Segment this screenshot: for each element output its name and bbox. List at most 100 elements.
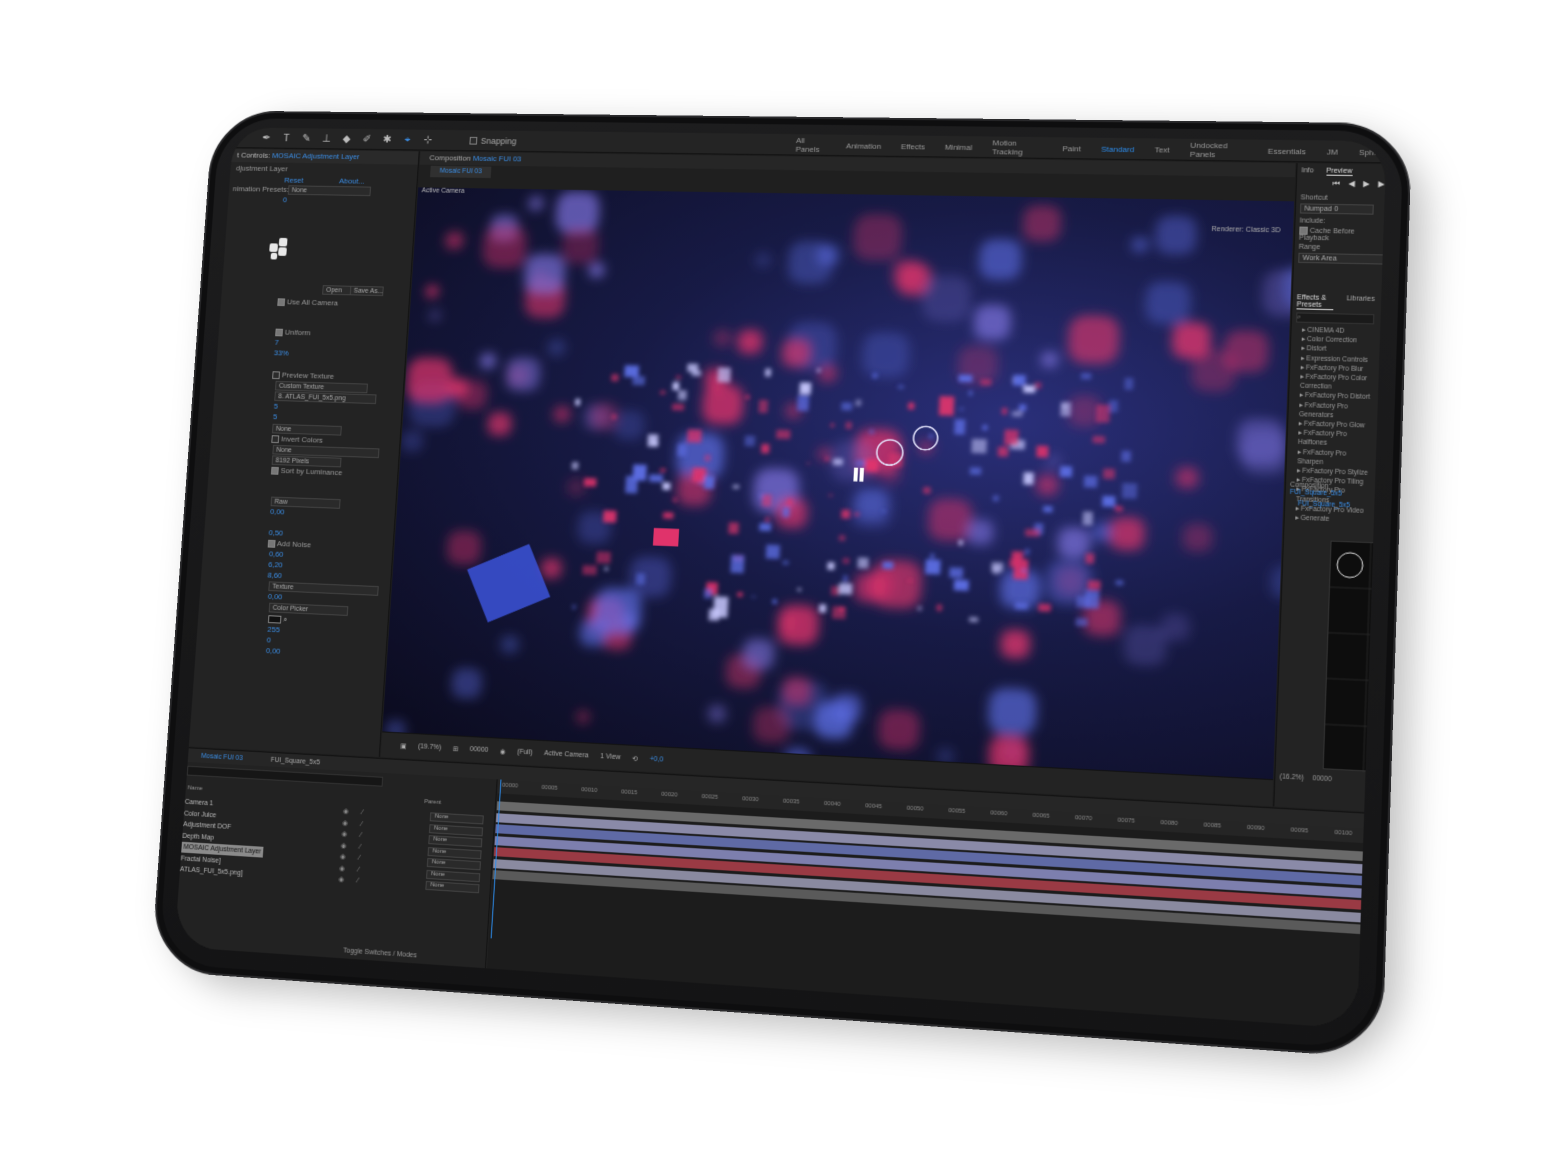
effects-category-item[interactable]: ▸ FxFactory Pro Sharpen — [1291, 447, 1370, 468]
shortcut-dropdown[interactable]: Numpad 0 — [1299, 203, 1374, 215]
noise-type-dropdown[interactable]: Texture — [268, 581, 379, 596]
tab-preview[interactable]: Preview — [1326, 167, 1353, 177]
toggle-switches-modes[interactable]: Toggle Switches / Modes — [343, 947, 417, 959]
about-link[interactable]: About... — [339, 177, 365, 186]
quality-switch-icon[interactable]: ⁄ — [360, 830, 362, 841]
workspace-tab[interactable]: Undocked Panels — [1190, 141, 1248, 160]
param-value[interactable]: 5 — [274, 402, 279, 411]
use-all-camera-checkbox[interactable] — [277, 298, 286, 306]
sort-luminance-checkbox[interactable] — [270, 466, 279, 475]
save-as-button[interactable]: Save As... — [349, 285, 384, 297]
local-axis-icon[interactable]: ⌖ — [401, 133, 415, 146]
exposure-value[interactable]: +0,0 — [649, 756, 663, 764]
prev-frame-icon[interactable]: ◀ — [1348, 179, 1355, 189]
eyedropper-icon[interactable]: ⌕ — [283, 615, 288, 624]
param-value[interactable]: 0,50 — [268, 528, 283, 537]
camera-dropdown[interactable]: Active Camera — [544, 750, 589, 759]
param-value[interactable]: 0,00 — [266, 646, 281, 655]
tab-effects-presets[interactable]: Effects & Presets — [1296, 294, 1334, 311]
reset-link[interactable]: Reset — [284, 176, 304, 185]
presets-dropdown[interactable]: None — [287, 185, 372, 197]
uniform-checkbox[interactable] — [275, 328, 284, 337]
tab-info[interactable]: Info — [1301, 167, 1313, 175]
param-value[interactable]: 0 — [283, 196, 288, 205]
mini-comp-name[interactable]: FUI_Square_5x5 — [1290, 489, 1342, 498]
param-value[interactable]: 255 — [267, 625, 280, 634]
visibility-eye-icon[interactable]: ◉ — [341, 829, 347, 840]
workspace-tab[interactable]: Minimal — [945, 142, 973, 151]
visibility-eye-icon[interactable]: ◉ — [342, 818, 348, 829]
effects-category-item[interactable]: ▸ FxFactory Pro Generators — [1293, 400, 1372, 421]
next-frame-icon[interactable]: ▶| — [1378, 179, 1386, 189]
snapshot-icon[interactable]: ◉ — [500, 747, 506, 755]
eraser-tool-icon[interactable]: ◆ — [340, 132, 354, 145]
workspace-tab[interactable]: Paint — [1062, 144, 1081, 153]
param-value[interactable]: 0,00 — [270, 507, 285, 516]
param-value[interactable]: 5 — [273, 412, 278, 421]
zoom-dropdown[interactable]: (19.7%) — [418, 743, 442, 751]
effects-search-input[interactable]: ⌕ — [1296, 312, 1375, 325]
effects-category-item[interactable]: ▸ FxFactory Pro Halftones — [1292, 429, 1371, 450]
add-noise-checkbox[interactable] — [267, 539, 276, 548]
param-value[interactable]: 0,60 — [269, 549, 284, 558]
param-value[interactable]: 8,60 — [267, 571, 282, 580]
workspace-tab[interactable]: All Panels — [795, 136, 827, 154]
pen-tool-icon[interactable]: ✒ — [260, 131, 274, 144]
render-icon[interactable]: ⟲ — [632, 754, 638, 762]
effects-category-item[interactable]: ▸ FxFactory Pro Color Correction — [1294, 372, 1373, 393]
quality-switch-icon[interactable]: ⁄ — [357, 876, 359, 887]
workspace-tab[interactable]: Animation — [846, 141, 881, 150]
world-axis-icon[interactable]: ⊹ — [421, 133, 435, 146]
composition-name[interactable]: Mosaic FUI 03 — [473, 154, 522, 163]
quality-switch-icon[interactable]: ⁄ — [358, 864, 360, 875]
param-value[interactable]: 6,20 — [268, 560, 283, 569]
workspace-tab[interactable]: Motion Tracking — [992, 138, 1043, 156]
quality-switch-icon[interactable]: ⁄ — [361, 819, 363, 830]
workspace-tab[interactable]: Text — [1154, 145, 1169, 154]
puppet-pin-icon[interactable]: ✱ — [380, 133, 394, 146]
param-value[interactable]: 33% — [274, 349, 289, 358]
mini-timecode[interactable]: 00000 — [1312, 775, 1332, 783]
visibility-eye-icon[interactable]: ◉ — [343, 806, 349, 817]
renderer-info[interactable]: Renderer: Classic 3D — [1211, 226, 1280, 234]
view-layout-dropdown[interactable]: 1 View — [600, 753, 621, 761]
quality-switch-icon[interactable]: ⁄ — [358, 853, 361, 864]
timeline-tab[interactable]: FUI_Square_5x5 — [270, 756, 320, 766]
clone-stamp-icon[interactable]: ⊥ — [320, 132, 334, 145]
roto-brush-icon[interactable]: ✐ — [360, 132, 374, 145]
resolution-dropdown[interactable]: (Full) — [517, 749, 533, 757]
parent-dropdown[interactable]: None — [425, 880, 480, 894]
timecode[interactable]: 00000 — [469, 746, 488, 754]
composition-viewer[interactable]: Active Camera Renderer: Classic 3D — [382, 187, 1295, 780]
quality-switch-icon[interactable]: ⁄ — [359, 841, 361, 852]
texture-file-dropdown[interactable]: 8. ATLAS_FUI_5x5.png — [274, 391, 377, 405]
preview-texture-checkbox[interactable] — [272, 371, 281, 380]
visibility-eye-icon[interactable]: ◉ — [338, 874, 344, 885]
visibility-eye-icon[interactable]: ◉ — [340, 852, 346, 863]
color-swatch[interactable] — [267, 615, 282, 624]
range-dropdown[interactable]: Work Area — [1298, 252, 1387, 265]
workspace-tab[interactable]: JM — [1327, 147, 1338, 156]
visibility-eye-icon[interactable]: ◉ — [339, 863, 345, 874]
param-value[interactable]: 0 — [266, 636, 271, 645]
snapping-checkbox[interactable] — [469, 136, 478, 145]
snapping-toggle[interactable]: Snapping — [469, 136, 517, 146]
cache-checkbox[interactable] — [1299, 226, 1308, 235]
timeline-tab-active[interactable]: Mosaic FUI 03 — [201, 752, 243, 761]
param-value[interactable]: 7 — [274, 338, 279, 347]
grid-icon[interactable]: ⊞ — [452, 745, 458, 753]
invert-colors-checkbox[interactable] — [271, 435, 280, 444]
workspace-tab[interactable]: Effects — [901, 142, 926, 151]
play-icon[interactable]: ▶ — [1363, 179, 1370, 189]
mini-comp-viewer[interactable] — [1322, 540, 1387, 776]
workspace-tab[interactable]: Sphere — [1359, 147, 1386, 156]
workspace-tab-active[interactable]: Standard — [1101, 144, 1134, 153]
type-tool-icon[interactable]: T — [280, 131, 294, 144]
layer-name[interactable]: MOSAIC Adjustment Layer — [272, 151, 360, 161]
mini-zoom[interactable]: (16.2%) — [1280, 773, 1305, 782]
first-frame-icon[interactable]: ⏮ — [1332, 179, 1340, 189]
quality-switch-icon[interactable]: ⁄ — [361, 807, 364, 818]
monitor-icon[interactable]: ▣ — [400, 742, 407, 750]
composition-tab[interactable]: Mosaic FUI 03 — [430, 165, 492, 179]
tab-libraries[interactable]: Libraries — [1346, 295, 1375, 311]
